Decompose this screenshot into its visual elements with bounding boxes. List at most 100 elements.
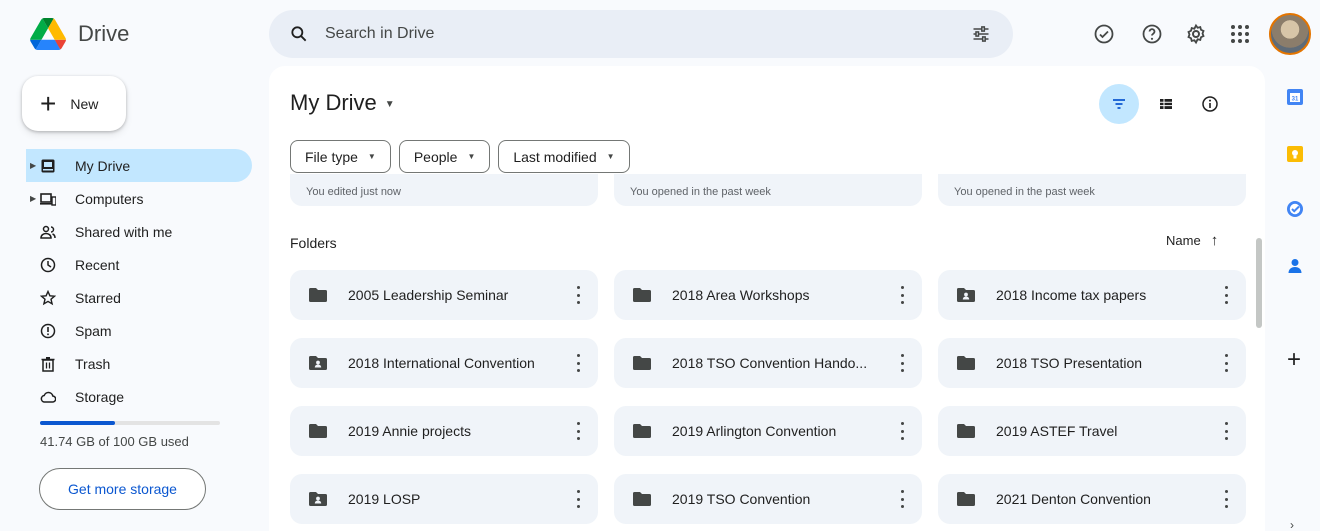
storage-usage-bar xyxy=(40,421,220,425)
folder-card[interactable]: 2019 TSO Convention xyxy=(614,474,922,524)
get-add-ons-plus-icon[interactable]: + xyxy=(1287,348,1301,372)
more-actions-icon[interactable] xyxy=(900,354,904,372)
folder-icon xyxy=(633,356,651,370)
more-actions-icon[interactable] xyxy=(576,286,580,304)
storage-used-text: 41.74 GB of 100 GB used xyxy=(40,434,189,449)
sidebar-item-recent[interactable]: Recent xyxy=(0,248,252,281)
folder-card[interactable]: 2019 LOSP xyxy=(290,474,598,524)
folder-card[interactable]: 2019 ASTEF Travel xyxy=(938,406,1246,456)
scrollbar[interactable] xyxy=(1256,238,1262,328)
folder-icon xyxy=(957,424,975,438)
folder-card[interactable]: 2018 TSO Convention Hando... xyxy=(614,338,922,388)
shared-icon xyxy=(40,225,56,239)
search-icon[interactable] xyxy=(289,24,309,44)
calendar-icon[interactable]: 31 xyxy=(1286,88,1304,106)
settings-icon[interactable] xyxy=(1184,22,1208,46)
sidebar-item-label: Storage xyxy=(75,388,125,405)
expand-caret-icon[interactable]: ▶ xyxy=(30,161,36,170)
sidebar-item-label: Starred xyxy=(75,289,121,306)
more-actions-icon[interactable] xyxy=(1224,354,1228,372)
get-more-storage-button[interactable]: Get more storage xyxy=(39,468,206,510)
chevron-down-icon: ▼ xyxy=(367,152,376,161)
sidebar-nav: ▶ My Drive ▶ Computers Shared with me Re… xyxy=(0,149,252,413)
more-actions-icon[interactable] xyxy=(900,422,904,440)
more-actions-icon[interactable] xyxy=(576,490,580,508)
chevron-right-icon[interactable]: › xyxy=(1290,518,1294,531)
sort-control[interactable]: Name ↑ xyxy=(1166,232,1218,249)
folder-card[interactable]: 2019 Annie projects xyxy=(290,406,598,456)
filter-chip-people[interactable]: People ▼ xyxy=(398,140,491,173)
more-actions-icon[interactable] xyxy=(576,422,580,440)
folder-name: 2018 Income tax papers xyxy=(996,287,1147,303)
folder-name: 2018 International Convention xyxy=(348,355,535,371)
sidebar-item-my-drive[interactable]: ▶ My Drive xyxy=(26,149,252,182)
sidebar-item-computers[interactable]: ▶ Computers xyxy=(0,182,252,215)
folder-card[interactable]: 2018 Area Workshops xyxy=(614,270,922,320)
svg-text:31: 31 xyxy=(1292,97,1299,103)
more-actions-icon[interactable] xyxy=(900,286,904,304)
new-button[interactable]: + New xyxy=(22,76,126,131)
folder-card[interactable]: 2018 Income tax papers xyxy=(938,270,1246,320)
more-actions-icon[interactable] xyxy=(576,354,580,372)
help-icon[interactable] xyxy=(1140,22,1164,46)
folder-name: 2019 LOSP xyxy=(348,491,421,507)
sort-label: Name xyxy=(1166,233,1201,248)
drive-logo-icon xyxy=(30,18,66,50)
folder-card[interactable]: 2018 International Convention xyxy=(290,338,598,388)
folder-icon xyxy=(957,492,975,506)
search-options-icon[interactable] xyxy=(971,24,991,44)
grid-view-toggle[interactable] xyxy=(1146,84,1186,124)
sidebar-item-spam[interactable]: Spam xyxy=(0,314,252,347)
tasks-icon[interactable] xyxy=(1286,200,1304,218)
offline-ready-icon[interactable] xyxy=(1092,22,1116,46)
shared-folder-icon xyxy=(957,288,975,302)
more-actions-icon[interactable] xyxy=(1224,490,1228,508)
folder-name: 2019 Arlington Convention xyxy=(672,423,837,439)
account-avatar[interactable] xyxy=(1269,13,1311,55)
suggested-file-card[interactable]: You opened in the past week xyxy=(614,174,922,206)
drive-logo[interactable]: Drive xyxy=(30,18,129,50)
suggested-file-card[interactable]: You opened in the past week xyxy=(938,174,1246,206)
more-actions-icon[interactable] xyxy=(900,490,904,508)
contacts-icon[interactable] xyxy=(1286,257,1304,275)
sidebar-item-trash[interactable]: Trash xyxy=(0,347,252,380)
list-view-toggle[interactable] xyxy=(1099,84,1139,124)
sidebar-item-label: Spam xyxy=(75,322,112,339)
folder-card[interactable]: 2021 Denton Convention xyxy=(938,474,1246,524)
folder-grid: 2005 Leadership Seminar 2018 Area Worksho… xyxy=(290,270,1246,524)
folder-card[interactable]: 2019 Arlington Convention xyxy=(614,406,922,456)
page-title[interactable]: My Drive ▼ xyxy=(290,90,395,116)
clock-icon xyxy=(40,257,56,272)
sidebar-item-label: Trash xyxy=(75,355,111,372)
keep-icon[interactable] xyxy=(1286,145,1304,163)
computers-icon xyxy=(40,192,56,206)
storage-usage-fill xyxy=(40,421,116,425)
chevron-down-icon: ▼ xyxy=(606,152,615,161)
sort-ascending-icon[interactable]: ↑ xyxy=(1211,232,1219,249)
sidebar-item-storage[interactable]: Storage xyxy=(0,380,252,413)
folder-name: 2018 TSO Convention Hando... xyxy=(672,355,868,371)
chevron-down-icon: ▼ xyxy=(467,152,476,161)
folder-card[interactable]: 2018 TSO Presentation xyxy=(938,338,1246,388)
sidebar-item-starred[interactable]: Starred xyxy=(0,281,252,314)
more-actions-icon[interactable] xyxy=(1224,286,1228,304)
apps-grid-icon[interactable] xyxy=(1228,22,1252,46)
view-details-button[interactable] xyxy=(1190,84,1230,124)
suggested-file-subtitle: You edited just now xyxy=(306,186,401,198)
search-bar[interactable]: Search in Drive xyxy=(269,10,1013,58)
filter-chip-label: People xyxy=(413,148,458,165)
more-actions-icon[interactable] xyxy=(1224,422,1228,440)
cloud-icon xyxy=(40,391,56,403)
filter-chip-file-type[interactable]: File type ▼ xyxy=(290,140,391,173)
sidebar-item-shared-with-me[interactable]: Shared with me xyxy=(0,215,252,248)
sidebar-item-label: Shared with me xyxy=(75,223,173,240)
filter-chip-last-modified[interactable]: Last modified ▼ xyxy=(498,140,630,173)
folder-icon xyxy=(633,424,651,438)
folder-name: 2019 Annie projects xyxy=(348,423,471,439)
search-input[interactable]: Search in Drive xyxy=(325,25,434,43)
folders-section-heading: Folders xyxy=(290,235,337,251)
folder-card[interactable]: 2005 Leadership Seminar xyxy=(290,270,598,320)
expand-caret-icon[interactable]: ▶ xyxy=(30,194,36,203)
suggested-file-card[interactable]: You edited just now xyxy=(290,174,598,206)
filter-chip-label: File type xyxy=(305,148,358,165)
